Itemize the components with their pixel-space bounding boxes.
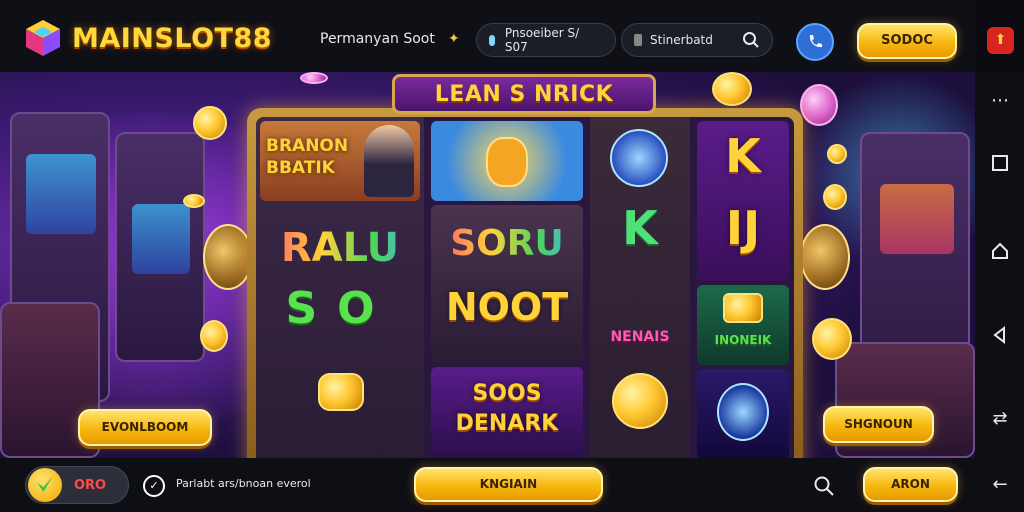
symbol-text: INONEIK — [714, 333, 772, 347]
symbol-text: RALU — [256, 225, 424, 271]
search-pill[interactable]: Stinerbatd — [621, 23, 773, 57]
info-pill-1-label: Pnsoeiber S/ S07 — [504, 26, 580, 54]
balance-value: ORO — [74, 477, 107, 493]
coin-icon — [823, 184, 847, 210]
frame-ornament — [800, 224, 850, 290]
symbol-cell[interactable]: INONEIK — [697, 285, 789, 365]
phone-icon — [809, 35, 822, 48]
rotate-icon[interactable]: ⇄ — [989, 408, 1011, 430]
phone-button[interactable] — [796, 23, 834, 61]
game-title: LEAN S NRICK — [434, 81, 614, 107]
coin-icon — [300, 72, 328, 84]
search-icon — [743, 32, 759, 48]
crown-icon — [723, 293, 763, 323]
mascot-icon — [486, 137, 528, 187]
symbol-text: NENAIS — [610, 329, 670, 345]
symbol-text: IJ — [725, 201, 761, 255]
screen: MAINSLOT88 Permanyan Soot ✦ Pnsoeiber S/… — [0, 0, 1024, 512]
arcade-cabinet — [115, 132, 205, 362]
coin-icon — [812, 318, 852, 360]
symbol-text: NOOT — [445, 285, 569, 329]
symbol-cell[interactable]: SORU NOOT — [431, 205, 583, 363]
coin-icon — [183, 194, 205, 208]
brand-logo[interactable]: MAINSLOT88 — [22, 17, 272, 59]
gem-symbol-icon — [610, 129, 668, 187]
back-triangle-icon[interactable] — [989, 325, 1011, 348]
coin-icon — [800, 84, 838, 126]
symbol-text: K — [622, 201, 658, 255]
symbol-text: SOOS — [472, 381, 542, 406]
square-icon[interactable] — [989, 154, 1011, 176]
coin-icon — [200, 320, 228, 352]
nav-link[interactable]: Permanyan Soot — [320, 31, 435, 47]
reel-1: BRANON BBATIK RALU SO — [256, 117, 424, 458]
right-nav: ⋯ ⇄ ← — [975, 72, 1024, 512]
crescent-symbol-icon — [717, 383, 769, 441]
symbol-text: K — [725, 129, 761, 183]
scroll-symbol-icon — [318, 373, 364, 411]
game-scene: BRANON BBATIK RALU SO SORU NOOT SOOS DEN… — [0, 72, 975, 458]
coin-icon — [827, 144, 847, 164]
gift-icon: ⬆ — [994, 32, 1007, 48]
symbol-cell[interactable] — [431, 121, 583, 201]
coin-symbol-icon — [612, 373, 668, 429]
indicator-icon — [489, 34, 495, 46]
symbol-cell[interactable]: K IJ — [697, 121, 789, 281]
reel-4: K IJ INONEIK — [693, 117, 793, 458]
symbol-text: DENARK — [455, 411, 559, 436]
frame-ornament — [203, 224, 253, 290]
reels-area: BRANON BBATIK RALU SO SORU NOOT SOOS DEN… — [256, 117, 794, 458]
left-game-button[interactable]: EVONLBOOM — [78, 409, 212, 446]
symbol-text: BRANON BBATIK — [266, 136, 349, 178]
back-arrow-icon[interactable]: ← — [989, 474, 1011, 496]
bottom-right-button[interactable]: ARON — [863, 467, 958, 502]
more-icon[interactable]: ⋯ — [989, 90, 1011, 112]
center-action-button[interactable]: KNGIAIN — [414, 467, 603, 502]
slot-machine: BRANON BBATIK RALU SO SORU NOOT SOOS DEN… — [247, 108, 803, 458]
shield-icon: ✓ — [143, 475, 165, 497]
reel-2: SORU NOOT SOOS DENARK — [427, 117, 587, 458]
brand-name: MAINSLOT88 — [72, 22, 273, 54]
top-bar: MAINSLOT88 Permanyan Soot ✦ Pnsoeiber S/… — [0, 0, 975, 72]
symbol-cell[interactable] — [697, 369, 789, 458]
bolt-icon: ✦ — [448, 31, 460, 47]
search-icon[interactable] — [813, 475, 835, 497]
game-banner: LEAN S NRICK — [392, 74, 656, 114]
reel-3: K NENAIS — [590, 117, 690, 458]
bottom-bar: ORO ✓ Parlabt ars/bnoan everol KNGIAIN A… — [0, 458, 975, 512]
gift-button[interactable]: ⬆ — [987, 27, 1014, 54]
symbol-text: SO — [285, 283, 395, 334]
check-coin-icon — [28, 468, 62, 502]
right-game-button[interactable]: SHGNOUN — [823, 406, 934, 443]
cube-logo-icon — [26, 20, 60, 56]
symbol-cell[interactable]: BRANON BBATIK — [260, 121, 420, 201]
info-pill-1[interactable]: Pnsoeiber S/ S07 — [476, 23, 616, 57]
wallet-icon — [634, 34, 642, 46]
footer-info: Parlabt ars/bnoan everol — [176, 477, 311, 490]
search-pill-label: Stinerbatd — [650, 33, 713, 47]
top-action-button[interactable]: SODOC — [857, 23, 957, 59]
balance-pill[interactable]: ORO — [25, 466, 129, 504]
coin-icon — [193, 106, 227, 140]
symbol-cell[interactable]: SOOS DENARK — [431, 367, 583, 458]
coin-icon — [712, 72, 752, 106]
symbol-text: SORU — [431, 223, 583, 264]
home-icon[interactable] — [989, 242, 1011, 264]
